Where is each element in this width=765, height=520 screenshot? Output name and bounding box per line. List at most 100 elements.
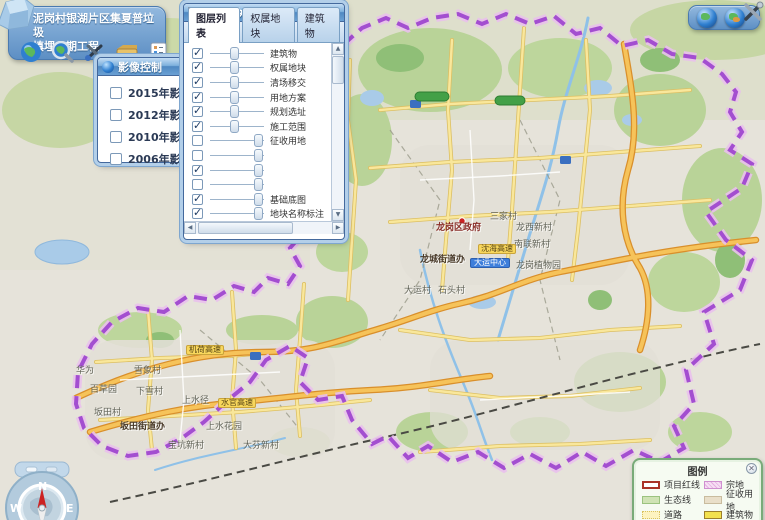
map-label: 大运村 — [404, 287, 431, 296]
legend-label: 道路 — [664, 508, 682, 520]
imagery-checkbox[interactable] — [110, 87, 122, 99]
slider-handle[interactable] — [254, 164, 263, 177]
map-label: 百草园 — [90, 386, 117, 395]
compass-west-label: W — [10, 502, 22, 515]
slider-handle[interactable] — [254, 207, 263, 220]
scrollbar-thumb[interactable] — [332, 56, 344, 84]
scroll-right-icon[interactable]: ▶ — [332, 222, 344, 234]
map-label: 南联新村 — [514, 241, 550, 250]
layer-row[interactable] — [184, 148, 331, 163]
imagery-checkbox[interactable] — [110, 131, 122, 143]
layer-checkbox[interactable] — [192, 165, 203, 176]
layer-list: 建筑物权属地块清场移交用地方案规划选址施工范围征收用地基础底图地块名称标注 — [184, 43, 331, 221]
layer-row[interactable]: 权属地块 — [184, 61, 331, 76]
project-related-panel: 项目相关 ✕ 图层列表 权属地块 建筑物 建筑物权属地块清场移交用地方案规划选址… — [183, 3, 345, 240]
layer-checkbox[interactable] — [192, 121, 203, 132]
layer-row[interactable]: 基础底图 — [184, 192, 331, 207]
opacity-slider[interactable] — [210, 120, 264, 133]
opacity-slider[interactable] — [210, 193, 264, 206]
opacity-slider[interactable] — [210, 178, 264, 191]
opacity-slider[interactable] — [210, 76, 264, 89]
scroll-down-icon[interactable]: ▼ — [332, 209, 344, 221]
legend-swatch-icon — [642, 496, 660, 504]
legend-swatch-icon — [704, 511, 722, 519]
tools-icon[interactable] — [741, 0, 765, 28]
layer-row[interactable]: 地块名称标注 — [184, 207, 331, 221]
layer-label: 施工范围 — [270, 120, 306, 133]
layer-checkbox[interactable] — [192, 92, 203, 103]
slider-handle[interactable] — [230, 91, 239, 104]
layer-row[interactable]: 清场移交 — [184, 75, 331, 90]
legend-swatch-icon — [642, 511, 660, 519]
opacity-slider[interactable] — [210, 47, 264, 60]
layer-checkbox[interactable] — [192, 194, 203, 205]
globe-icon[interactable] — [19, 41, 43, 63]
layer-checkbox[interactable] — [192, 106, 203, 117]
horizontal-scrollbar[interactable]: ◀ ▶ — [184, 221, 344, 234]
opacity-slider[interactable] — [210, 105, 264, 118]
map-label: 龙城街道办 — [420, 256, 465, 265]
zoom-button[interactable] — [26, 467, 37, 472]
scroll-up-icon[interactable]: ▲ — [332, 43, 344, 55]
layer-checkbox[interactable] — [192, 179, 203, 190]
layer-row[interactable] — [184, 177, 331, 192]
legend-items: 项目红线生态线道路宗地征收用地建筑物 — [634, 475, 761, 520]
slider-handle[interactable] — [254, 178, 263, 191]
slider-handle[interactable] — [254, 149, 263, 162]
imagery-checkbox[interactable] — [110, 153, 122, 165]
legend-item: 生态线 — [642, 492, 704, 507]
imagery-checkbox[interactable] — [110, 109, 122, 121]
scroll-left-icon[interactable]: ◀ — [184, 222, 196, 234]
map-label: 龙岗区政府 — [436, 224, 481, 233]
imagery-panel-title: 影像控制 — [118, 59, 178, 75]
layer-row[interactable]: 用地方案 — [184, 90, 331, 105]
slider-handle[interactable] — [230, 120, 239, 133]
layer-row[interactable]: 施工范围 — [184, 119, 331, 134]
opacity-slider[interactable] — [210, 91, 264, 104]
slider-handle[interactable] — [230, 61, 239, 74]
close-icon[interactable]: ✕ — [746, 463, 757, 474]
opacity-slider[interactable] — [210, 61, 264, 74]
legend-label: 生态线 — [664, 493, 691, 506]
map-label: 龙西新村 — [516, 224, 552, 233]
slider-handle[interactable] — [254, 193, 263, 206]
layer-checkbox[interactable] — [192, 77, 203, 88]
legend-item: 征收用地 — [704, 492, 761, 507]
map-label: 下雪村 — [136, 388, 163, 397]
layer-checkbox[interactable] — [192, 48, 203, 59]
tab-ownership-parcels[interactable]: 权属地块 — [242, 7, 294, 42]
layer-row[interactable]: 规划选址 — [184, 104, 331, 119]
slider-handle[interactable] — [230, 76, 239, 89]
layer-checkbox[interactable] — [192, 135, 203, 146]
tab-buildings[interactable]: 建筑物 — [297, 7, 340, 42]
opacity-slider[interactable] — [210, 164, 264, 177]
layer-list-area: 建筑物权属地块清场移交用地方案规划选址施工范围征收用地基础底图地块名称标注 ▲ … — [184, 43, 344, 221]
opacity-slider[interactable] — [210, 207, 264, 220]
scenic-pill-icon — [415, 92, 449, 101]
slider-handle[interactable] — [230, 47, 239, 60]
globe-dark-icon[interactable] — [697, 8, 717, 28]
legend-swatch-icon — [642, 481, 660, 489]
vertical-scrollbar[interactable]: ▲ ▼ — [331, 43, 344, 221]
search-globe-icon[interactable] — [51, 41, 75, 63]
scrollbar-thumb[interactable] — [198, 222, 293, 234]
opacity-slider[interactable] — [210, 134, 264, 147]
layer-checkbox[interactable] — [192, 208, 203, 219]
legend-label: 建筑物 — [726, 508, 753, 520]
layer-row[interactable]: 建筑物 — [184, 46, 331, 61]
legend-header: 图例 ✕ — [634, 460, 761, 475]
zoom-button[interactable] — [46, 467, 57, 472]
layer-row[interactable]: 征收用地 — [184, 134, 331, 149]
map-label: 机荷高速 — [186, 345, 224, 355]
map-label: 坂田街道办 — [120, 423, 165, 432]
map-label: 宝坑新村 — [168, 442, 204, 451]
opacity-slider[interactable] — [210, 149, 264, 162]
layer-row[interactable] — [184, 163, 331, 178]
tab-layer-list[interactable]: 图层列表 — [188, 7, 240, 43]
layer-checkbox[interactable] — [192, 150, 203, 161]
slider-handle[interactable] — [230, 105, 239, 118]
slider-handle[interactable] — [254, 134, 263, 147]
layer-checkbox[interactable] — [192, 62, 203, 73]
compass-control[interactable]: N W E S — [2, 450, 82, 520]
legend-item: 建筑物 — [704, 507, 761, 520]
